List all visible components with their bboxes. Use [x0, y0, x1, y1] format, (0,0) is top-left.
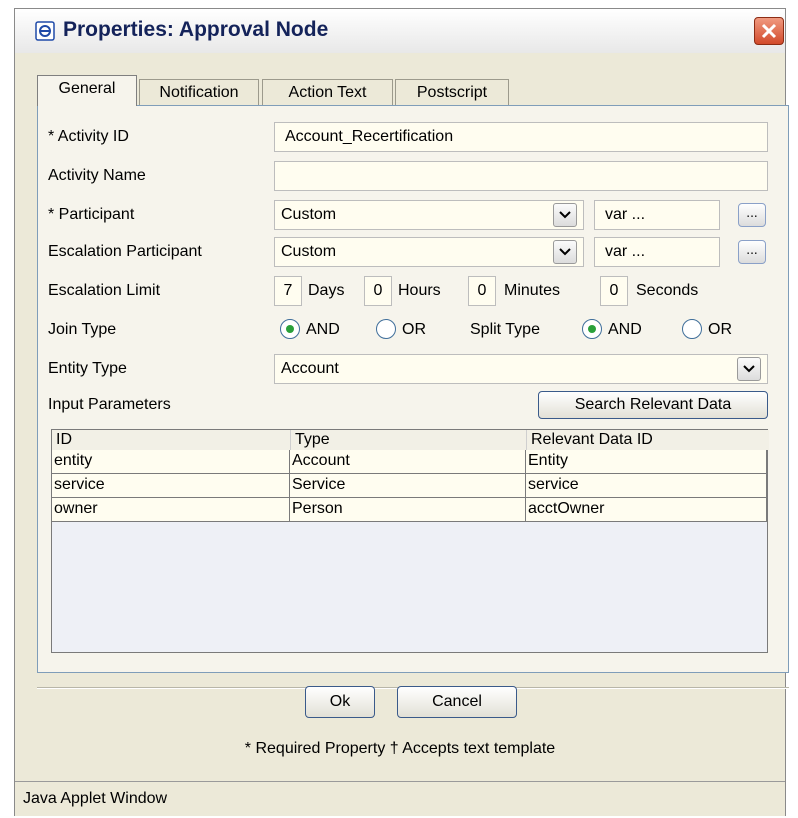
- participant-dropdown-button[interactable]: [553, 203, 577, 227]
- escalation-participant-browse-button[interactable]: ...: [738, 240, 766, 264]
- close-button[interactable]: [754, 17, 784, 45]
- properties-dialog: Properties: Approval Node General Notifi…: [14, 8, 789, 816]
- hours-label: Hours: [398, 282, 441, 299]
- table-cell[interactable]: Service: [290, 474, 526, 498]
- join-type-or-label: OR: [402, 321, 426, 338]
- table-cell[interactable]: acctOwner: [526, 498, 767, 522]
- escalation-limit-label: Escalation Limit: [48, 282, 161, 299]
- days-label: Days: [308, 282, 345, 299]
- activity-name-label: Activity Name: [48, 167, 146, 184]
- close-icon: [761, 23, 777, 39]
- escalation-minutes-input[interactable]: 0: [468, 276, 496, 306]
- participant-browse-button[interactable]: ...: [738, 203, 766, 227]
- escalation-participant-label: Escalation Participant: [48, 243, 202, 260]
- entity-type-select[interactable]: Account: [274, 354, 768, 384]
- chevron-down-icon: [559, 248, 571, 256]
- participant-var-field[interactable]: var ...: [594, 200, 720, 230]
- participant-selected: Custom: [281, 206, 337, 223]
- required-property-note: * Required Property † Accepts text templ…: [244, 740, 556, 757]
- escalation-hours-input[interactable]: 0: [364, 276, 392, 306]
- split-type-label: Split Type: [470, 321, 540, 338]
- ok-button[interactable]: Ok: [305, 686, 375, 718]
- tab-postscript[interactable]: Postscript: [395, 79, 509, 106]
- table-cell[interactable]: Person: [290, 498, 526, 522]
- applet-status-text: Java Applet Window: [23, 790, 168, 807]
- entity-type-selected: Account: [281, 360, 339, 377]
- table-cell[interactable]: service: [526, 474, 767, 498]
- applet-icon: [35, 21, 55, 41]
- tab-action-text-label: Action Text: [288, 84, 367, 101]
- cancel-button[interactable]: Cancel: [397, 686, 517, 718]
- entity-type-dropdown-button[interactable]: [737, 357, 761, 381]
- tab-postscript-label: Postscript: [416, 84, 488, 101]
- escalation-participant-var-field[interactable]: var ...: [594, 237, 720, 267]
- table-cell[interactable]: Account: [290, 450, 526, 474]
- join-type-label: Join Type: [48, 321, 117, 338]
- radio-selected-dot: [588, 325, 596, 333]
- chevron-down-icon: [743, 365, 755, 373]
- table-cell[interactable]: owner: [52, 498, 290, 522]
- split-type-or-label: OR: [708, 321, 732, 338]
- status-bar: Java Applet Window: [15, 781, 785, 816]
- chevron-down-icon: [559, 211, 571, 219]
- activity-id-input[interactable]: Account_Recertification: [274, 122, 768, 152]
- escalation-participant-select[interactable]: Custom: [274, 237, 584, 267]
- participant-label: * Participant: [48, 206, 135, 223]
- table-cell[interactable]: Entity: [526, 450, 767, 474]
- escalation-participant-dropdown-button[interactable]: [553, 240, 577, 264]
- split-type-and-label: AND: [608, 321, 642, 338]
- entity-type-label: Entity Type: [48, 360, 127, 377]
- join-type-or-radio[interactable]: [376, 319, 396, 339]
- input-parameters-table: ID Type Relevant Data ID entity Account …: [51, 429, 769, 653]
- activity-name-input[interactable]: [274, 161, 768, 191]
- column-header-type[interactable]: Type: [290, 430, 527, 450]
- tab-general-label: General: [58, 80, 116, 97]
- activity-id-label: * Activity ID: [48, 128, 129, 145]
- column-header-relevant-data-id[interactable]: Relevant Data ID: [526, 430, 769, 450]
- tab-general[interactable]: General: [37, 75, 137, 106]
- minutes-label: Minutes: [504, 282, 561, 299]
- table-cell[interactable]: entity: [52, 450, 290, 474]
- search-relevant-data-button[interactable]: Search Relevant Data: [538, 391, 768, 419]
- split-type-or-radio[interactable]: [682, 319, 702, 339]
- escalation-seconds-input[interactable]: 0: [600, 276, 628, 306]
- participant-select[interactable]: Custom: [274, 200, 584, 230]
- join-type-and-label: AND: [306, 321, 340, 338]
- split-type-and-radio[interactable]: [582, 319, 602, 339]
- escalation-participant-selected: Custom: [281, 243, 337, 260]
- join-type-and-radio[interactable]: [280, 319, 300, 339]
- table-cell[interactable]: service: [52, 474, 290, 498]
- seconds-label: Seconds: [636, 282, 699, 299]
- tab-action-text[interactable]: Action Text: [262, 79, 393, 106]
- column-header-id[interactable]: ID: [52, 430, 291, 450]
- title-bar[interactable]: Properties: Approval Node: [15, 9, 785, 53]
- window-title: Properties: Approval Node: [63, 18, 329, 41]
- input-parameters-label: Input Parameters: [48, 396, 171, 413]
- radio-selected-dot: [286, 325, 294, 333]
- tab-notification-label: Notification: [159, 84, 239, 101]
- escalation-days-input[interactable]: 7: [274, 276, 302, 306]
- tab-notification[interactable]: Notification: [139, 79, 259, 106]
